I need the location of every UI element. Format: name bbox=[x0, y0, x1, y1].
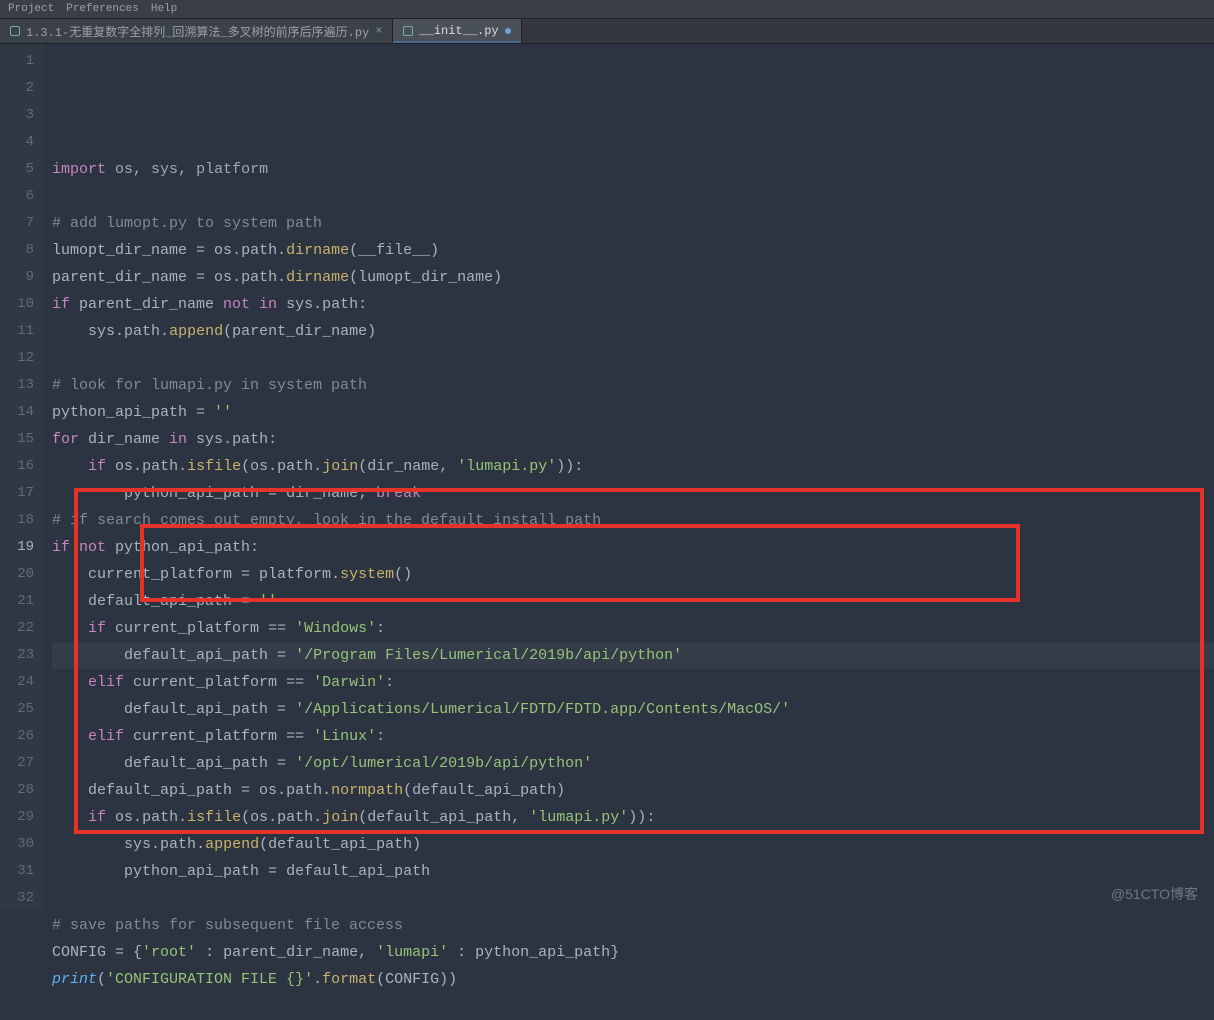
line-number: 20 bbox=[0, 561, 34, 588]
code-line[interactable]: elif current_platform == 'Linux': bbox=[52, 723, 1214, 750]
code-line[interactable]: python_api_path = dir_name; break bbox=[52, 480, 1214, 507]
line-number: 30 bbox=[0, 831, 34, 858]
code-editor[interactable]: 1234567891011121314151617181920212223242… bbox=[0, 44, 1214, 910]
line-number: 31 bbox=[0, 858, 34, 885]
line-number: 19 bbox=[0, 534, 34, 561]
line-number: 14 bbox=[0, 399, 34, 426]
tab-label: __init__.py bbox=[419, 24, 498, 38]
code-line[interactable] bbox=[52, 993, 1214, 1020]
line-number: 15 bbox=[0, 426, 34, 453]
code-line[interactable]: if os.path.isfile(os.path.join(default_a… bbox=[52, 804, 1214, 831]
code-line[interactable] bbox=[52, 183, 1214, 210]
line-number: 18 bbox=[0, 507, 34, 534]
line-number: 3 bbox=[0, 102, 34, 129]
code-line[interactable]: if current_platform == 'Windows': bbox=[52, 615, 1214, 642]
line-number: 10 bbox=[0, 291, 34, 318]
line-number: 4 bbox=[0, 129, 34, 156]
watermark: @51CTO博客 bbox=[1111, 884, 1198, 904]
code-line[interactable]: # look for lumapi.py in system path bbox=[52, 372, 1214, 399]
line-number: 9 bbox=[0, 264, 34, 291]
menu-item[interactable]: Preferences bbox=[66, 3, 139, 15]
line-number-gutter: 1234567891011121314151617181920212223242… bbox=[0, 44, 44, 910]
code-line[interactable]: if os.path.isfile(os.path.join(dir_name,… bbox=[52, 453, 1214, 480]
code-line[interactable]: parent_dir_name = os.path.dirname(lumopt… bbox=[52, 264, 1214, 291]
line-number: 32 bbox=[0, 885, 34, 912]
code-line[interactable]: import os, sys, platform bbox=[52, 156, 1214, 183]
line-number: 24 bbox=[0, 669, 34, 696]
code-line[interactable]: current_platform = platform.system() bbox=[52, 561, 1214, 588]
close-icon[interactable]: × bbox=[375, 24, 382, 38]
line-number: 6 bbox=[0, 183, 34, 210]
line-number: 27 bbox=[0, 750, 34, 777]
code-line[interactable]: if parent_dir_name not in sys.path: bbox=[52, 291, 1214, 318]
line-number: 8 bbox=[0, 237, 34, 264]
line-number: 17 bbox=[0, 480, 34, 507]
line-number: 21 bbox=[0, 588, 34, 615]
line-number: 23 bbox=[0, 642, 34, 669]
line-number: 25 bbox=[0, 696, 34, 723]
line-number: 16 bbox=[0, 453, 34, 480]
dirty-indicator-icon bbox=[505, 28, 511, 34]
code-line[interactable]: print('CONFIGURATION FILE {}'.format(CON… bbox=[52, 966, 1214, 993]
line-number: 2 bbox=[0, 75, 34, 102]
code-line[interactable]: CONFIG = {'root' : parent_dir_name, 'lum… bbox=[52, 939, 1214, 966]
code-line[interactable]: sys.path.append(default_api_path) bbox=[52, 831, 1214, 858]
code-line[interactable]: # save paths for subsequent file access bbox=[52, 912, 1214, 939]
code-line[interactable]: python_api_path = default_api_path bbox=[52, 858, 1214, 885]
code-line[interactable]: default_api_path = '' bbox=[52, 588, 1214, 615]
code-line[interactable]: lumopt_dir_name = os.path.dirname(__file… bbox=[52, 237, 1214, 264]
line-number: 1 bbox=[0, 48, 34, 75]
code-area[interactable]: import os, sys, platform # add lumopt.py… bbox=[44, 44, 1214, 910]
editor-tabs: 1.3.1-无重复数字全排列_回溯算法_多叉树的前序后序遍历.py × __in… bbox=[0, 18, 1214, 44]
code-line[interactable]: default_api_path = '/opt/lumerical/2019b… bbox=[52, 750, 1214, 777]
code-line[interactable]: for dir_name in sys.path: bbox=[52, 426, 1214, 453]
code-line[interactable] bbox=[52, 345, 1214, 372]
line-number: 11 bbox=[0, 318, 34, 345]
menu-bar: Project Preferences Help bbox=[0, 0, 1214, 18]
code-line[interactable]: default_api_path = '/Program Files/Lumer… bbox=[52, 642, 1214, 669]
code-line[interactable]: # add lumopt.py to system path bbox=[52, 210, 1214, 237]
file-icon bbox=[403, 26, 413, 36]
code-line[interactable] bbox=[52, 885, 1214, 912]
line-number: 13 bbox=[0, 372, 34, 399]
tab-active[interactable]: __init__.py bbox=[393, 19, 521, 43]
menu-item[interactable]: Help bbox=[151, 3, 177, 15]
code-line[interactable]: # if search comes out empty, look in the… bbox=[52, 507, 1214, 534]
line-number: 5 bbox=[0, 156, 34, 183]
code-line[interactable]: python_api_path = '' bbox=[52, 399, 1214, 426]
code-line[interactable]: default_api_path = os.path.normpath(defa… bbox=[52, 777, 1214, 804]
code-line[interactable]: sys.path.append(parent_dir_name) bbox=[52, 318, 1214, 345]
code-line[interactable]: elif current_platform == 'Darwin': bbox=[52, 669, 1214, 696]
line-number: 29 bbox=[0, 804, 34, 831]
line-number: 26 bbox=[0, 723, 34, 750]
code-line[interactable]: if not python_api_path: bbox=[52, 534, 1214, 561]
line-number: 12 bbox=[0, 345, 34, 372]
line-number: 22 bbox=[0, 615, 34, 642]
tab-label: 1.3.1-无重复数字全排列_回溯算法_多叉树的前序后序遍历.py bbox=[26, 23, 369, 40]
line-number: 28 bbox=[0, 777, 34, 804]
line-number: 7 bbox=[0, 210, 34, 237]
code-line[interactable]: default_api_path = '/Applications/Lumeri… bbox=[52, 696, 1214, 723]
tab-inactive[interactable]: 1.3.1-无重复数字全排列_回溯算法_多叉树的前序后序遍历.py × bbox=[0, 19, 393, 43]
menu-item[interactable]: Project bbox=[8, 3, 54, 15]
file-icon bbox=[10, 26, 20, 36]
